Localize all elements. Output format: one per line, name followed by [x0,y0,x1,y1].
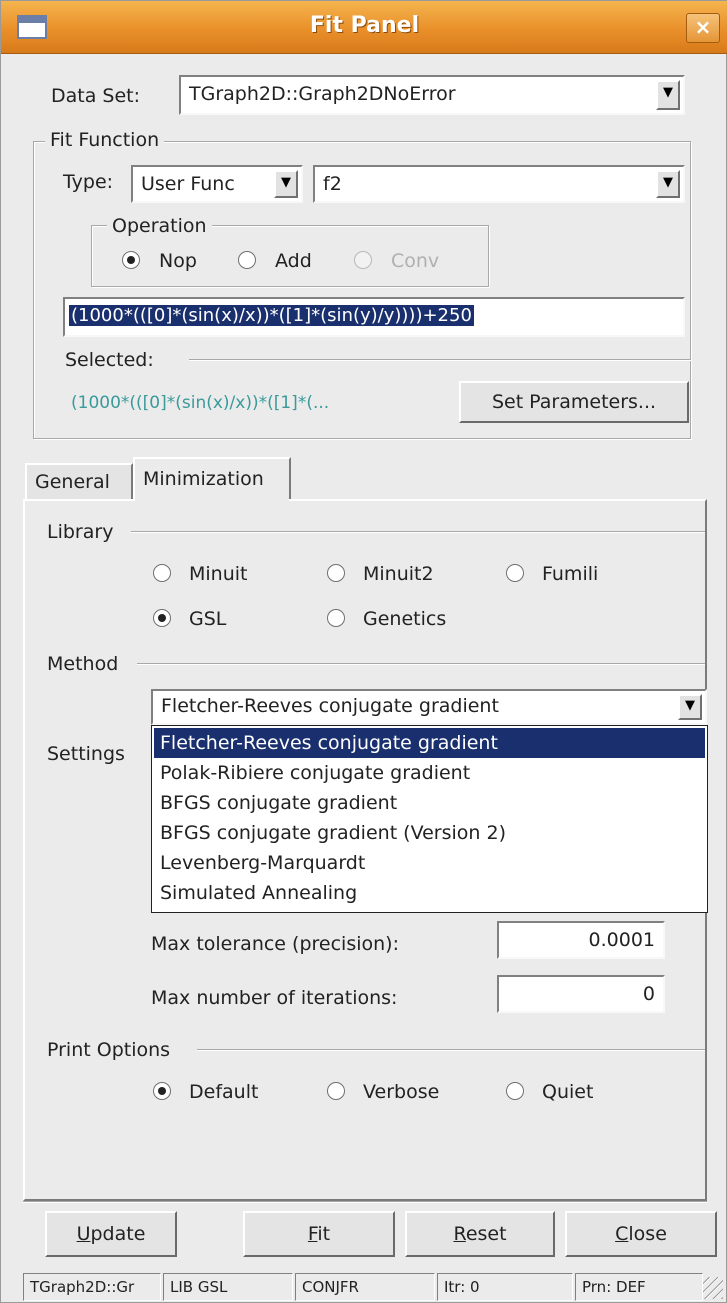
nop-radio[interactable] [122,251,140,269]
method-option[interactable]: BFGS conjugate gradient [154,788,705,818]
selected-label: Selected: [65,349,154,371]
max-iterations-value: 0 [642,983,655,1005]
status-dataset: TGraph2D::Gr [23,1273,161,1301]
method-value: Fletcher-Reeves conjugate gradient [161,695,499,717]
verbose-label: Verbose [363,1081,440,1103]
update-button[interactable]: Update [45,1211,177,1257]
selected-divider [189,359,691,361]
print-options-divider [197,1049,705,1051]
max-iterations-label: Max number of iterations: [151,987,398,1009]
chevron-down-icon[interactable]: ▼ [656,80,680,110]
method-option[interactable]: Levenberg-Marquardt [154,848,705,878]
fit-label: it [317,1223,331,1245]
operation-legend: Operation [107,215,212,237]
reset-mnemonic: R [453,1223,466,1245]
minuit2-radio[interactable] [327,564,345,582]
gsl-label: GSL [189,608,227,630]
max-tolerance-input[interactable]: 0.0001 [497,921,665,959]
default-radio[interactable] [153,1082,171,1100]
genetics-radio[interactable] [327,609,345,627]
method-label: Method [47,653,119,675]
selected-formula-text: (1000*(([0]*(sin(x)/x))*([1]*(... [71,393,330,413]
chevron-down-icon[interactable]: ▼ [274,170,298,198]
max-iterations-input[interactable]: 0 [497,975,665,1013]
print-options-label: Print Options [47,1039,171,1061]
status-print: Prn: DEF [575,1273,703,1301]
reset-label: eset [465,1223,507,1245]
status-iterations: Itr: 0 [437,1273,573,1301]
close-mnemonic: C [615,1223,629,1245]
minuit2-label: Minuit2 [363,563,434,585]
data-set-value: TGraph2D::Graph2DNoError [189,83,456,105]
status-method: CONJFR [295,1273,435,1301]
type-label: Type: [63,171,114,193]
verbose-radio[interactable] [327,1082,345,1100]
method-option[interactable]: Simulated Annealing [154,878,705,908]
nop-label: Nop [159,250,197,272]
conv-radio [354,251,372,269]
gsl-radio[interactable] [153,609,171,627]
library-label: Library [47,521,114,543]
genetics-label: Genetics [363,608,447,630]
tab-minimization[interactable]: Minimization [133,457,291,501]
type-value: User Func [141,173,235,195]
update-label: pdate [90,1223,146,1245]
data-set-label: Data Set: [51,85,141,107]
minuit-radio[interactable] [153,564,171,582]
method-dropdown-list[interactable]: Fletcher-Reeves conjugate gradient Polak… [151,725,708,913]
function-combo[interactable]: f2 ▼ [313,165,685,203]
set-parameters-button[interactable]: Set Parameters... [459,381,689,423]
status-library: LIB GSL [163,1273,293,1301]
default-label: Default [189,1081,259,1103]
method-option[interactable]: Fletcher-Reeves conjugate gradient [154,728,705,758]
fit-button[interactable]: Fit [243,1211,395,1257]
reset-button[interactable]: Reset [405,1211,555,1257]
settings-label: Settings [47,743,125,765]
fumili-radio[interactable] [506,564,524,582]
title-bar[interactable]: Fit Panel × [1,1,727,54]
quiet-radio[interactable] [506,1082,524,1100]
minuit-label: Minuit [189,563,248,585]
tab-join [135,497,289,501]
chevron-down-icon[interactable]: ▼ [678,694,702,720]
bottom-divider [23,1201,707,1203]
fumili-label: Fumili [542,563,599,585]
tab-general[interactable]: General [25,463,133,499]
max-tolerance-label: Max tolerance (precision): [151,933,399,955]
fit-panel-window: Fit Panel × Data Set: TGraph2D::Graph2DN… [0,0,727,1303]
add-radio[interactable] [238,251,256,269]
method-option[interactable]: Polak-Ribiere conjugate gradient [154,758,705,788]
max-tolerance-value: 0.0001 [588,929,655,951]
formula-text: (1000*(([0]*(sin(x)/x))*([1]*(sin(y)/y))… [69,305,474,326]
data-set-combo[interactable]: TGraph2D::Graph2DNoError ▼ [179,75,685,115]
formula-input[interactable]: (1000*(([0]*(sin(x)/x))*([1]*(sin(y)/y))… [63,297,685,337]
library-divider [131,531,705,533]
close-window-button[interactable]: × [686,13,720,43]
method-divider [137,663,705,665]
close-label: lose [628,1223,667,1245]
add-label: Add [275,250,312,272]
type-combo[interactable]: User Func ▼ [131,165,303,203]
fit-mnemonic: F [307,1223,318,1245]
window-title: Fit Panel [309,13,420,38]
quiet-label: Quiet [542,1081,594,1103]
update-mnemonic: U [76,1223,91,1245]
chevron-down-icon[interactable]: ▼ [656,170,680,198]
fit-function-legend: Fit Function [45,129,165,151]
function-value: f2 [323,173,342,195]
conv-label: Conv [391,250,440,272]
method-combo[interactable]: Fletcher-Reeves conjugate gradient ▼ [151,689,707,725]
method-option[interactable]: BFGS conjugate gradient (Version 2) [154,818,705,848]
close-button[interactable]: Close [565,1211,717,1257]
resize-grip-icon[interactable] [703,1277,723,1299]
